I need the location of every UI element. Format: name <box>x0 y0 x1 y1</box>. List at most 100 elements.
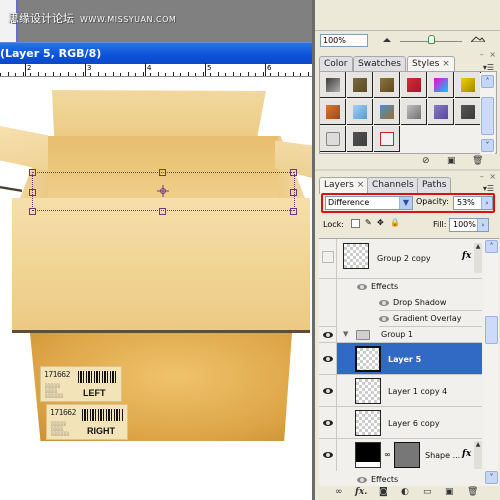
new-style-icon[interactable]: ▣ <box>447 156 456 166</box>
layers-scrollbar[interactable]: ˄ ˅ <box>484 239 498 486</box>
delete-layer-icon[interactable]: 🗑 <box>467 487 478 497</box>
lock-image-icon[interactable]: ✎ <box>365 218 372 227</box>
expand-effects-icon[interactable]: ▲ <box>474 441 482 469</box>
visibility-toggle[interactable] <box>319 375 337 406</box>
tab-layers[interactable]: Layers × <box>319 177 370 194</box>
layer-row-layer-5[interactable]: Layer 5 <box>319 343 482 375</box>
effects-row[interactable]: Effects <box>319 471 482 486</box>
adjustment-layer-icon[interactable]: ◐ <box>401 487 409 497</box>
layer-row-layer-1-copy-4[interactable]: Layer 1 copy 4 <box>319 375 482 407</box>
layer-row-shape[interactable]: ∞ Shape ... fx ▲ <box>319 439 482 471</box>
visibility-toggle[interactable] <box>319 439 337 471</box>
panel-menu-icon[interactable]: ▾☰ <box>483 184 494 193</box>
visibility-toggle[interactable] <box>319 343 337 374</box>
style-swatch-dark-metal[interactable] <box>320 72 346 98</box>
style-swatch-purple[interactable] <box>428 99 454 125</box>
effect-row-gradient-overlay[interactable]: Gradient Overlay <box>379 311 482 327</box>
scroll-up-icon[interactable]: ˄ <box>485 240 498 253</box>
document-canvas[interactable]: 171662 LEFT ░░░░░ ░░░░ ░░░░░░ 171662 RIGHT… <box>0 78 312 500</box>
eye-icon[interactable] <box>323 388 333 394</box>
scroll-up-icon[interactable]: ˄ <box>481 75 494 88</box>
transform-handle-middle-right[interactable] <box>290 189 297 196</box>
transform-handle-bottom-center[interactable] <box>159 208 166 215</box>
effects-row[interactable]: Effects <box>319 279 482 295</box>
scroll-thumb[interactable] <box>481 97 494 135</box>
scroll-thumb[interactable] <box>485 316 498 344</box>
transform-handle-bottom-right[interactable] <box>290 208 297 215</box>
eye-icon[interactable] <box>323 332 333 338</box>
transform-pivot-icon[interactable] <box>157 185 169 197</box>
transform-handle-top-left[interactable] <box>29 169 36 176</box>
layer-row-group-2-copy[interactable]: Group 2 copy fx ▲ <box>319 239 482 279</box>
transform-handle-middle-left[interactable] <box>29 189 36 196</box>
visibility-toggle[interactable] <box>319 327 337 342</box>
transform-handle-top-center[interactable] <box>159 169 166 176</box>
style-swatch-landscape[interactable] <box>374 99 400 125</box>
new-layer-icon[interactable]: ▣ <box>445 487 454 497</box>
document-titlebar[interactable]: (Layer 5, RGB/8) <box>0 42 312 64</box>
add-mask-icon[interactable]: ◙ <box>379 487 388 497</box>
tab-close-icon[interactable]: × <box>442 59 450 69</box>
zoom-input[interactable]: 100% <box>320 34 368 47</box>
eye-icon[interactable] <box>357 477 367 483</box>
style-swatch-rainbow[interactable] <box>428 72 454 98</box>
close-icon[interactable]: × <box>489 172 496 181</box>
add-style-icon[interactable]: fx. <box>355 487 367 497</box>
transform-handle-top-right[interactable] <box>290 169 297 176</box>
tab-channels[interactable]: Channels <box>367 177 419 193</box>
eye-icon[interactable] <box>323 420 333 426</box>
eye-icon[interactable] <box>323 452 333 458</box>
lock-all-icon[interactable]: 🔒 <box>390 218 400 227</box>
link-layers-icon[interactable]: ∞ <box>335 487 343 497</box>
fill-input[interactable]: 100% › <box>449 218 489 232</box>
opacity-slider-arrow-icon[interactable]: › <box>481 197 492 209</box>
opacity-input[interactable]: 53% › <box>453 196 493 210</box>
effect-row-drop-shadow[interactable]: Drop Shadow <box>379 295 482 311</box>
eye-icon[interactable] <box>323 356 333 362</box>
tab-swatches[interactable]: Swatches <box>353 56 406 72</box>
style-swatch-red-outline[interactable] <box>374 126 400 152</box>
link-icon[interactable]: ∞ <box>384 450 391 459</box>
style-swatch-light-outline[interactable] <box>320 126 346 152</box>
zoom-in-icon[interactable] <box>471 36 485 42</box>
transform-handle-bottom-left[interactable] <box>29 208 36 215</box>
eye-icon[interactable] <box>379 300 389 306</box>
new-group-icon[interactable]: ▭ <box>423 487 432 497</box>
style-swatch-yellow-frame[interactable] <box>455 72 481 98</box>
lock-position-icon[interactable]: ✥ <box>377 218 384 227</box>
scroll-down-icon[interactable]: ˅ <box>481 139 494 152</box>
style-swatch-bronze[interactable] <box>347 72 373 98</box>
styles-scrollbar[interactable]: ˄ ˅ <box>480 73 495 154</box>
expand-effects-icon[interactable]: ▲ <box>474 243 482 273</box>
lock-transparency-icon[interactable] <box>351 219 360 228</box>
style-swatch-sky-blue[interactable] <box>347 99 373 125</box>
layer-row-layer-6-copy[interactable]: Layer 6 copy <box>319 407 482 439</box>
style-swatch-red-stripes[interactable] <box>401 72 427 98</box>
expand-group-icon[interactable]: ▼ <box>343 330 348 338</box>
visibility-empty-box[interactable] <box>322 251 334 263</box>
visibility-toggle[interactable] <box>319 239 337 278</box>
fx-icon[interactable]: fx <box>462 251 471 261</box>
delete-style-icon[interactable]: 🗑 <box>472 156 483 166</box>
scroll-down-icon[interactable]: ˅ <box>485 471 498 484</box>
zoom-out-icon[interactable] <box>383 37 391 42</box>
style-swatch-dark-gray[interactable] <box>455 99 481 125</box>
navigator-preview[interactable] <box>319 0 499 30</box>
zoom-slider-thumb[interactable] <box>428 35 435 44</box>
clear-style-icon[interactable]: ⊘ <box>422 156 430 166</box>
visibility-toggle[interactable] <box>319 407 337 438</box>
close-icon[interactable]: × <box>489 50 496 59</box>
horizontal-ruler[interactable]: 2 3 4 5 6 <box>0 63 312 77</box>
chevron-down-icon[interactable]: ▼ <box>399 197 412 209</box>
fx-icon[interactable]: fx <box>462 449 471 459</box>
layer-row-group-1[interactable]: ▼ Group 1 <box>319 327 482 343</box>
eye-icon[interactable] <box>357 284 367 290</box>
style-swatch-gold-brown[interactable] <box>374 72 400 98</box>
tab-color[interactable]: Color <box>319 56 353 72</box>
fill-slider-arrow-icon[interactable]: › <box>477 219 488 231</box>
style-swatch-noise[interactable] <box>401 99 427 125</box>
tab-close-icon[interactable]: × <box>357 180 365 190</box>
blend-mode-select[interactable]: Difference ▼ <box>325 196 413 210</box>
style-swatch-sunset[interactable] <box>320 99 346 125</box>
style-swatch-charcoal[interactable] <box>347 126 373 152</box>
